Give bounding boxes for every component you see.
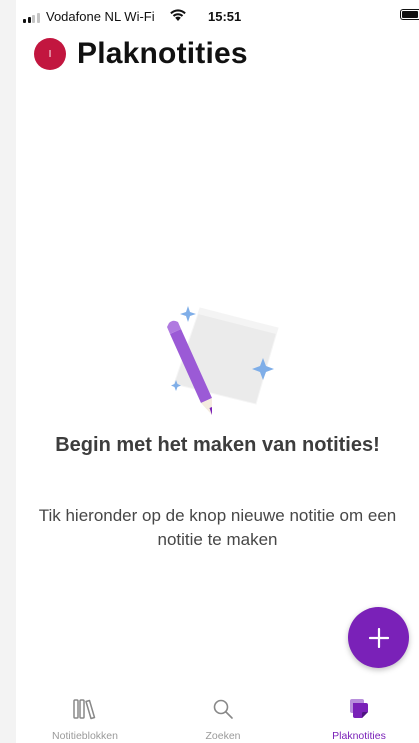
tab-label: Plaknotities xyxy=(332,730,386,742)
signal-strength-icon xyxy=(23,13,40,23)
clock: 15:51 xyxy=(208,9,242,24)
tab-notitieblokken[interactable]: Notitieblokken xyxy=(20,690,150,743)
tab-plaknotities[interactable]: Plaknotities xyxy=(294,690,419,743)
avatar-initial: I xyxy=(48,48,52,60)
search-icon xyxy=(213,699,233,719)
tab-label: Notitieblokken xyxy=(52,730,118,742)
plus-icon xyxy=(368,627,389,648)
tab-label: Zoeken xyxy=(205,730,241,742)
empty-notes-illustration xyxy=(167,306,279,415)
battery-icon xyxy=(400,9,419,20)
new-note-button[interactable] xyxy=(348,607,409,668)
avatar[interactable]: I xyxy=(34,38,66,70)
tab-zoeken[interactable]: Zoeken xyxy=(158,690,288,743)
left-edge-strip xyxy=(0,0,16,743)
notebooks-icon xyxy=(73,699,96,720)
wifi-icon xyxy=(170,9,186,21)
carrier-name: Vodafone NL Wi-Fi xyxy=(46,9,155,24)
sparkle-icon xyxy=(180,306,196,322)
empty-state-title: Begin met het maken van notities! xyxy=(55,434,380,456)
sticky-notes-icon xyxy=(350,699,368,718)
bottom-tab-bar: Notitieblokken Zoeken Plaknotities xyxy=(16,690,419,743)
status-bar: Vodafone NL Wi-Fi 15:51 xyxy=(0,0,419,34)
page-title: Plaknotities xyxy=(77,37,248,70)
empty-state-description: Tik hieronder op de knop nieuwe notitie … xyxy=(38,506,397,549)
page-header: I Plaknotities xyxy=(34,34,248,74)
